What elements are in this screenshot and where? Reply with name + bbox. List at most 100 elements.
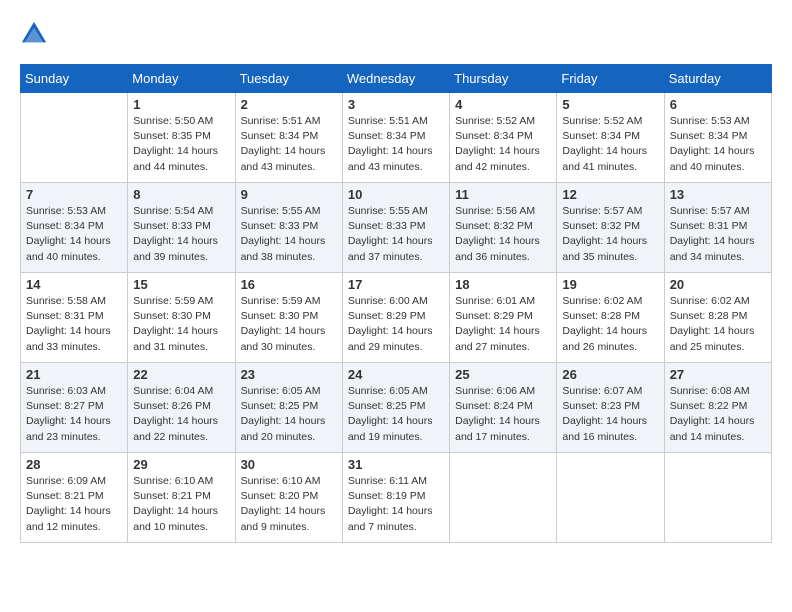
day-number: 18 [455,277,551,292]
day-number: 4 [455,97,551,112]
day-info: Sunrise: 5:51 AMSunset: 8:34 PMDaylight:… [348,114,444,175]
day-number: 23 [241,367,337,382]
weekday-header: Tuesday [235,65,342,93]
day-info: Sunrise: 6:05 AMSunset: 8:25 PMDaylight:… [241,384,337,445]
day-number: 12 [562,187,658,202]
calendar-cell: 7Sunrise: 5:53 AMSunset: 8:34 PMDaylight… [21,183,128,273]
calendar-cell: 10Sunrise: 5:55 AMSunset: 8:33 PMDayligh… [342,183,449,273]
calendar-cell [450,453,557,543]
day-info: Sunrise: 5:59 AMSunset: 8:30 PMDaylight:… [241,294,337,355]
day-info: Sunrise: 5:53 AMSunset: 8:34 PMDaylight:… [670,114,766,175]
weekday-header: Thursday [450,65,557,93]
day-info: Sunrise: 6:10 AMSunset: 8:20 PMDaylight:… [241,474,337,535]
calendar-cell: 31 Sunrise: 6:11 AMSunset: 8:19 PMDayligh… [342,453,449,543]
day-number: 13 [670,187,766,202]
day-info: Sunrise: 6:10 AMSunset: 8:21 PMDaylight:… [133,474,229,535]
day-info: Sunrise: 5:50 AMSunset: 8:35 PMDaylight:… [133,114,229,175]
day-info: Sunrise: 5:55 AMSunset: 8:33 PMDaylight:… [241,204,337,265]
day-info: Sunrise: 6:02 AMSunset: 8:28 PMDaylight:… [670,294,766,355]
day-number: 3 [348,97,444,112]
calendar-cell: 26Sunrise: 6:07 AMSunset: 8:23 PMDayligh… [557,363,664,453]
calendar-cell: 4 Sunrise: 5:52 AMSunset: 8:34 PMDaylight… [450,93,557,183]
weekday-header-row: SundayMondayTuesdayWednesdayThursdayFrid… [21,65,772,93]
calendar-cell: 13 Sunrise: 5:57 AMSunset: 8:31 PMDayligh… [664,183,771,273]
calendar-week-row: 7Sunrise: 5:53 AMSunset: 8:34 PMDaylight… [21,183,772,273]
day-number: 29 [133,457,229,472]
calendar-cell: 8 Sunrise: 5:54 AMSunset: 8:33 PMDaylight… [128,183,235,273]
calendar-cell: 20 Sunrise: 6:02 AMSunset: 8:28 PMDayligh… [664,273,771,363]
day-info: Sunrise: 6:06 AMSunset: 8:24 PMDaylight:… [455,384,551,445]
day-info: Sunrise: 6:03 AMSunset: 8:27 PMDaylight:… [26,384,122,445]
day-number: 11 [455,187,551,202]
calendar-cell: 3 Sunrise: 5:51 AMSunset: 8:34 PMDaylight… [342,93,449,183]
day-number: 17 [348,277,444,292]
day-info: Sunrise: 5:51 AMSunset: 8:34 PMDaylight:… [241,114,337,175]
weekday-header: Friday [557,65,664,93]
day-info: Sunrise: 5:52 AMSunset: 8:34 PMDaylight:… [455,114,551,175]
page-header [20,20,772,48]
day-number: 2 [241,97,337,112]
day-number: 24 [348,367,444,382]
day-info: Sunrise: 6:08 AMSunset: 8:22 PMDaylight:… [670,384,766,445]
day-info: Sunrise: 6:00 AMSunset: 8:29 PMDaylight:… [348,294,444,355]
calendar-cell: 30 Sunrise: 6:10 AMSunset: 8:20 PMDayligh… [235,453,342,543]
day-number: 22 [133,367,229,382]
calendar-cell [21,93,128,183]
calendar-cell: 16 Sunrise: 5:59 AMSunset: 8:30 PMDayligh… [235,273,342,363]
calendar-cell: 21 Sunrise: 6:03 AMSunset: 8:27 PMDayligh… [21,363,128,453]
calendar-week-row: 1 Sunrise: 5:50 AMSunset: 8:35 PMDaylight… [21,93,772,183]
day-number: 14 [26,277,122,292]
calendar-cell: 22 Sunrise: 6:04 AMSunset: 8:26 PMDayligh… [128,363,235,453]
calendar-cell: 15 Sunrise: 5:59 AMSunset: 8:30 PMDayligh… [128,273,235,363]
day-info: Sunrise: 6:01 AMSunset: 8:29 PMDaylight:… [455,294,551,355]
day-info: Sunrise: 6:02 AMSunset: 8:28 PMDaylight:… [562,294,658,355]
weekday-header: Monday [128,65,235,93]
calendar-cell: 9Sunrise: 5:55 AMSunset: 8:33 PMDaylight… [235,183,342,273]
day-number: 30 [241,457,337,472]
calendar-week-row: 21 Sunrise: 6:03 AMSunset: 8:27 PMDayligh… [21,363,772,453]
weekday-header: Sunday [21,65,128,93]
day-number: 20 [670,277,766,292]
day-info: Sunrise: 6:04 AMSunset: 8:26 PMDaylight:… [133,384,229,445]
day-info: Sunrise: 5:59 AMSunset: 8:30 PMDaylight:… [133,294,229,355]
day-info: Sunrise: 5:57 AMSunset: 8:32 PMDaylight:… [562,204,658,265]
calendar-cell: 6Sunrise: 5:53 AMSunset: 8:34 PMDaylight… [664,93,771,183]
calendar-cell: 25 Sunrise: 6:06 AMSunset: 8:24 PMDayligh… [450,363,557,453]
calendar-cell: 29 Sunrise: 6:10 AMSunset: 8:21 PMDayligh… [128,453,235,543]
calendar-cell: 28 Sunrise: 6:09 AMSunset: 8:21 PMDayligh… [21,453,128,543]
day-number: 21 [26,367,122,382]
logo [20,20,52,48]
calendar-cell: 11 Sunrise: 5:56 AMSunset: 8:32 PMDayligh… [450,183,557,273]
day-info: Sunrise: 6:05 AMSunset: 8:25 PMDaylight:… [348,384,444,445]
calendar-cell: 17 Sunrise: 6:00 AMSunset: 8:29 PMDayligh… [342,273,449,363]
day-info: Sunrise: 5:55 AMSunset: 8:33 PMDaylight:… [348,204,444,265]
day-number: 16 [241,277,337,292]
day-info: Sunrise: 6:09 AMSunset: 8:21 PMDaylight:… [26,474,122,535]
calendar-cell: 19 Sunrise: 6:02 AMSunset: 8:28 PMDayligh… [557,273,664,363]
calendar-cell [664,453,771,543]
calendar-cell: 14Sunrise: 5:58 AMSunset: 8:31 PMDayligh… [21,273,128,363]
calendar-cell: 23 Sunrise: 6:05 AMSunset: 8:25 PMDayligh… [235,363,342,453]
day-number: 25 [455,367,551,382]
day-number: 1 [133,97,229,112]
day-info: Sunrise: 5:54 AMSunset: 8:33 PMDaylight:… [133,204,229,265]
day-number: 19 [562,277,658,292]
day-number: 28 [26,457,122,472]
day-number: 31 [348,457,444,472]
day-number: 5 [562,97,658,112]
calendar-cell: 2 Sunrise: 5:51 AMSunset: 8:34 PMDaylight… [235,93,342,183]
logo-icon [20,20,48,48]
calendar-cell: 1 Sunrise: 5:50 AMSunset: 8:35 PMDaylight… [128,93,235,183]
day-info: Sunrise: 5:56 AMSunset: 8:32 PMDaylight:… [455,204,551,265]
day-number: 15 [133,277,229,292]
calendar-cell: 24 Sunrise: 6:05 AMSunset: 8:25 PMDayligh… [342,363,449,453]
day-number: 8 [133,187,229,202]
weekday-header: Wednesday [342,65,449,93]
calendar-cell: 18 Sunrise: 6:01 AMSunset: 8:29 PMDayligh… [450,273,557,363]
day-info: Sunrise: 6:11 AMSunset: 8:19 PMDaylight:… [348,474,444,535]
calendar-cell: 27Sunrise: 6:08 AMSunset: 8:22 PMDayligh… [664,363,771,453]
weekday-header: Saturday [664,65,771,93]
day-info: Sunrise: 5:57 AMSunset: 8:31 PMDaylight:… [670,204,766,265]
calendar-cell: 12 Sunrise: 5:57 AMSunset: 8:32 PMDayligh… [557,183,664,273]
calendar: SundayMondayTuesdayWednesdayThursdayFrid… [20,64,772,543]
